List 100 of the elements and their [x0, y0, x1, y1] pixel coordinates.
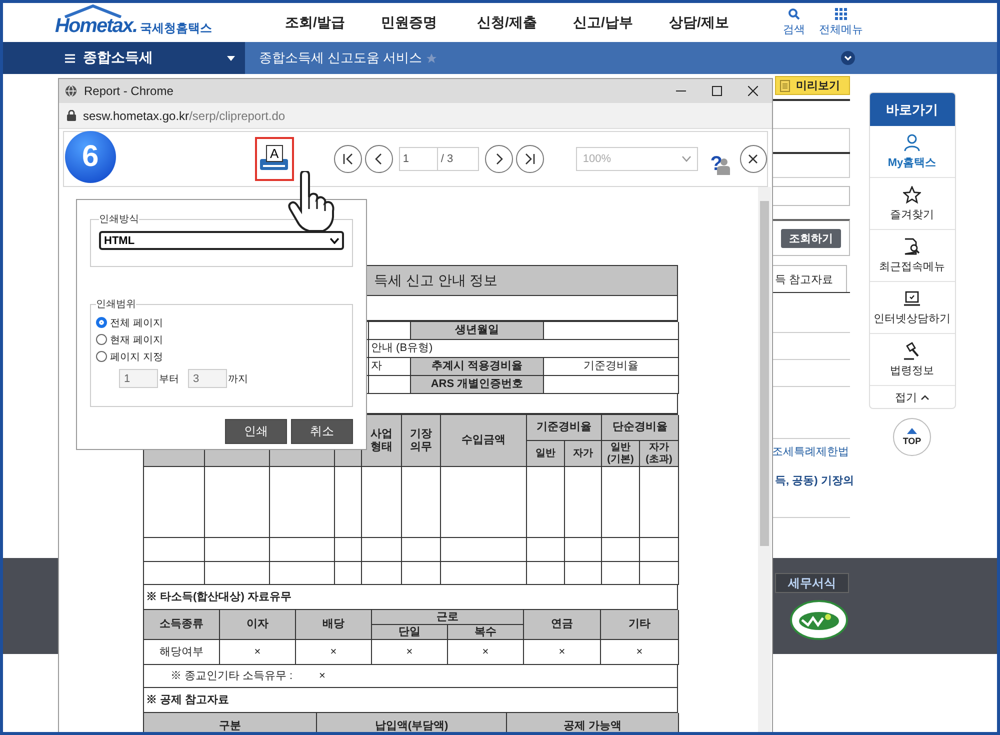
page-field[interactable]: 1 / 3 [398, 147, 479, 171]
chevron-down-icon [330, 238, 339, 244]
star-icon [426, 52, 438, 64]
section-menu[interactable]: 종합소득세 [3, 42, 245, 74]
laptop-icon [903, 290, 921, 308]
to-field[interactable]: 3 [188, 369, 227, 388]
help-button[interactable]: ? [710, 143, 736, 175]
column-header: 근로 [372, 610, 524, 625]
house-roof-icon [63, 4, 123, 18]
menu-item[interactable]: 조회/발급 [285, 14, 381, 32]
column-header: 연금 [524, 610, 601, 640]
table-cell [565, 467, 602, 538]
forms-button[interactable]: 세무서식 [775, 573, 849, 593]
table-cell [402, 538, 441, 562]
menu-item[interactable]: 상담/제보 [669, 14, 765, 32]
close-button[interactable] [740, 145, 767, 173]
menu-icon [65, 54, 75, 62]
quick-menu-item[interactable]: 법령정보 [870, 334, 954, 386]
table-cell [640, 538, 679, 562]
table-cell [640, 562, 679, 585]
table-cell: × [296, 640, 372, 665]
document-icon [780, 80, 790, 92]
from-field[interactable]: 1 [119, 369, 158, 388]
maximize-icon [712, 86, 722, 96]
menu-item[interactable]: 신고/납부 [573, 14, 669, 32]
previous-page-button[interactable] [364, 145, 393, 173]
table-cell [565, 562, 602, 585]
star-icon [903, 186, 921, 204]
first-page-button[interactable] [334, 145, 362, 173]
brand-name: 국세청홈택스 [140, 20, 212, 36]
menu-item[interactable]: 민원증명 [381, 14, 477, 32]
table-cell [602, 467, 640, 538]
url-text: sesw.hometax.go.kr/serp/clipreport.do [83, 108, 286, 122]
table-cell [335, 562, 362, 585]
table-cell: × [220, 640, 296, 665]
column-header: 이자 [220, 610, 296, 640]
table-cell [270, 467, 335, 538]
first-page-icon [342, 153, 354, 165]
table-cell: ARS 개별인증번호 [411, 376, 544, 394]
cancel-button[interactable]: 취소 [291, 419, 353, 444]
search-label[interactable]: 검색 [783, 22, 805, 37]
top-button[interactable]: TOP [893, 418, 931, 456]
radio-button[interactable] [96, 351, 107, 362]
table-cell [362, 538, 402, 562]
quick-menu-item[interactable]: 즐겨찾기 [870, 178, 954, 230]
chevron-down-icon [841, 51, 855, 65]
table-cell [527, 562, 565, 585]
caret-up-icon [907, 428, 917, 434]
print-button[interactable]: A [254, 137, 294, 181]
column-header: 일반 (기본) [602, 441, 640, 467]
menu-item[interactable]: 신청/제출 [477, 14, 573, 32]
preview-button[interactable]: 미리보기 [775, 76, 850, 95]
search-button[interactable]: 조회하기 [781, 228, 841, 248]
scrollbar[interactable] [758, 187, 771, 732]
group-label: 인쇄방식 [99, 213, 139, 226]
quick-menu-item[interactable]: My홈택스 [870, 126, 954, 178]
collapse-button[interactable]: 접기 [870, 386, 954, 408]
table-cell: 추계시 적용경비율 [411, 358, 544, 376]
field-label: 까지 [227, 372, 249, 386]
note-text: ※ 종교인기타 소득유무 : [169, 670, 294, 682]
column-header: 기타 [601, 610, 679, 640]
document-search-icon [903, 238, 921, 256]
column-header: 기준경비율 [527, 415, 602, 441]
quick-menu-item[interactable]: 인터넷상담하기 [870, 282, 954, 334]
table-cell [362, 562, 402, 585]
table-cell [205, 467, 270, 538]
column-header: 단순경비율 [602, 415, 679, 441]
column-header: 복수 [448, 625, 524, 640]
breadcrumb[interactable]: 종합소득세 신고도움 서비스 [259, 49, 422, 67]
column-header: 사업 형태 [362, 415, 402, 467]
person-icon [903, 134, 921, 152]
lock-icon [67, 110, 76, 121]
logo-text[interactable]: Hometax. [55, 14, 138, 38]
column-header: 구분 [144, 713, 317, 732]
print-button[interactable]: 인쇄 [225, 419, 287, 444]
column-header: 납입액(부담액) [317, 713, 507, 732]
format-select[interactable]: HTML [99, 231, 344, 250]
step-badge: 6 [65, 131, 116, 183]
radio-button[interactable] [96, 317, 107, 328]
radio-label[interactable]: 현재 페이지 [110, 332, 163, 346]
radio-label[interactable]: 페이지 지정 [110, 350, 163, 364]
input-field[interactable] [770, 186, 850, 206]
next-page-button[interactable] [484, 145, 513, 173]
radio-button[interactable] [96, 334, 107, 345]
table-cell [270, 538, 335, 562]
table-cell [602, 562, 640, 585]
table-cell [527, 467, 565, 538]
radio-label[interactable]: 전체 페이지 [110, 316, 163, 330]
last-page-button[interactable] [516, 145, 544, 173]
table-cell [205, 538, 270, 562]
quick-menu-item[interactable]: 최근접속메뉴 [870, 230, 954, 282]
table-cell: 생년월일 [411, 322, 544, 340]
search-icon [788, 8, 800, 20]
link[interactable]: 조세특례제한법 [770, 444, 850, 459]
row-header: 해당여부 [144, 640, 220, 665]
column-header: 수입금액 [441, 415, 527, 467]
column-header: 공제 가능액 [507, 713, 679, 732]
all-menu-label[interactable]: 전체메뉴 [819, 22, 863, 37]
column-header: 자가 [565, 441, 602, 467]
table-cell [205, 562, 270, 585]
